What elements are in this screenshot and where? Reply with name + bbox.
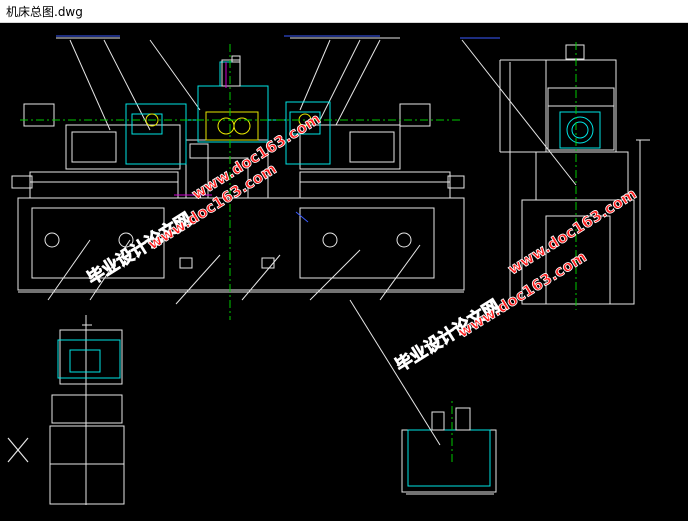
bottom-left-cyan — [57, 339, 121, 379]
ucs-cross-icon — [7, 437, 29, 463]
cad-viewer-window: 机床总图.dwg 毕业设计论文网 www.doc163.com www.doc1… — [0, 0, 688, 517]
center-lines — [20, 42, 577, 462]
column-top — [221, 55, 241, 87]
cad-drawing: 毕业设计论文网 www.doc163.com www.doc163.com 毕业… — [7, 35, 650, 505]
dimension-lines — [56, 35, 500, 223]
bottom-left-view — [49, 315, 125, 505]
document-title: 机床总图.dwg — [6, 5, 83, 19]
machine-heads — [125, 61, 331, 165]
title-bar: 机床总图.dwg — [0, 0, 688, 23]
drawing-canvas[interactable]: 毕业设计论文网 www.doc163.com www.doc163.com 毕业… — [0, 23, 688, 517]
side-view-cyan — [559, 111, 601, 149]
